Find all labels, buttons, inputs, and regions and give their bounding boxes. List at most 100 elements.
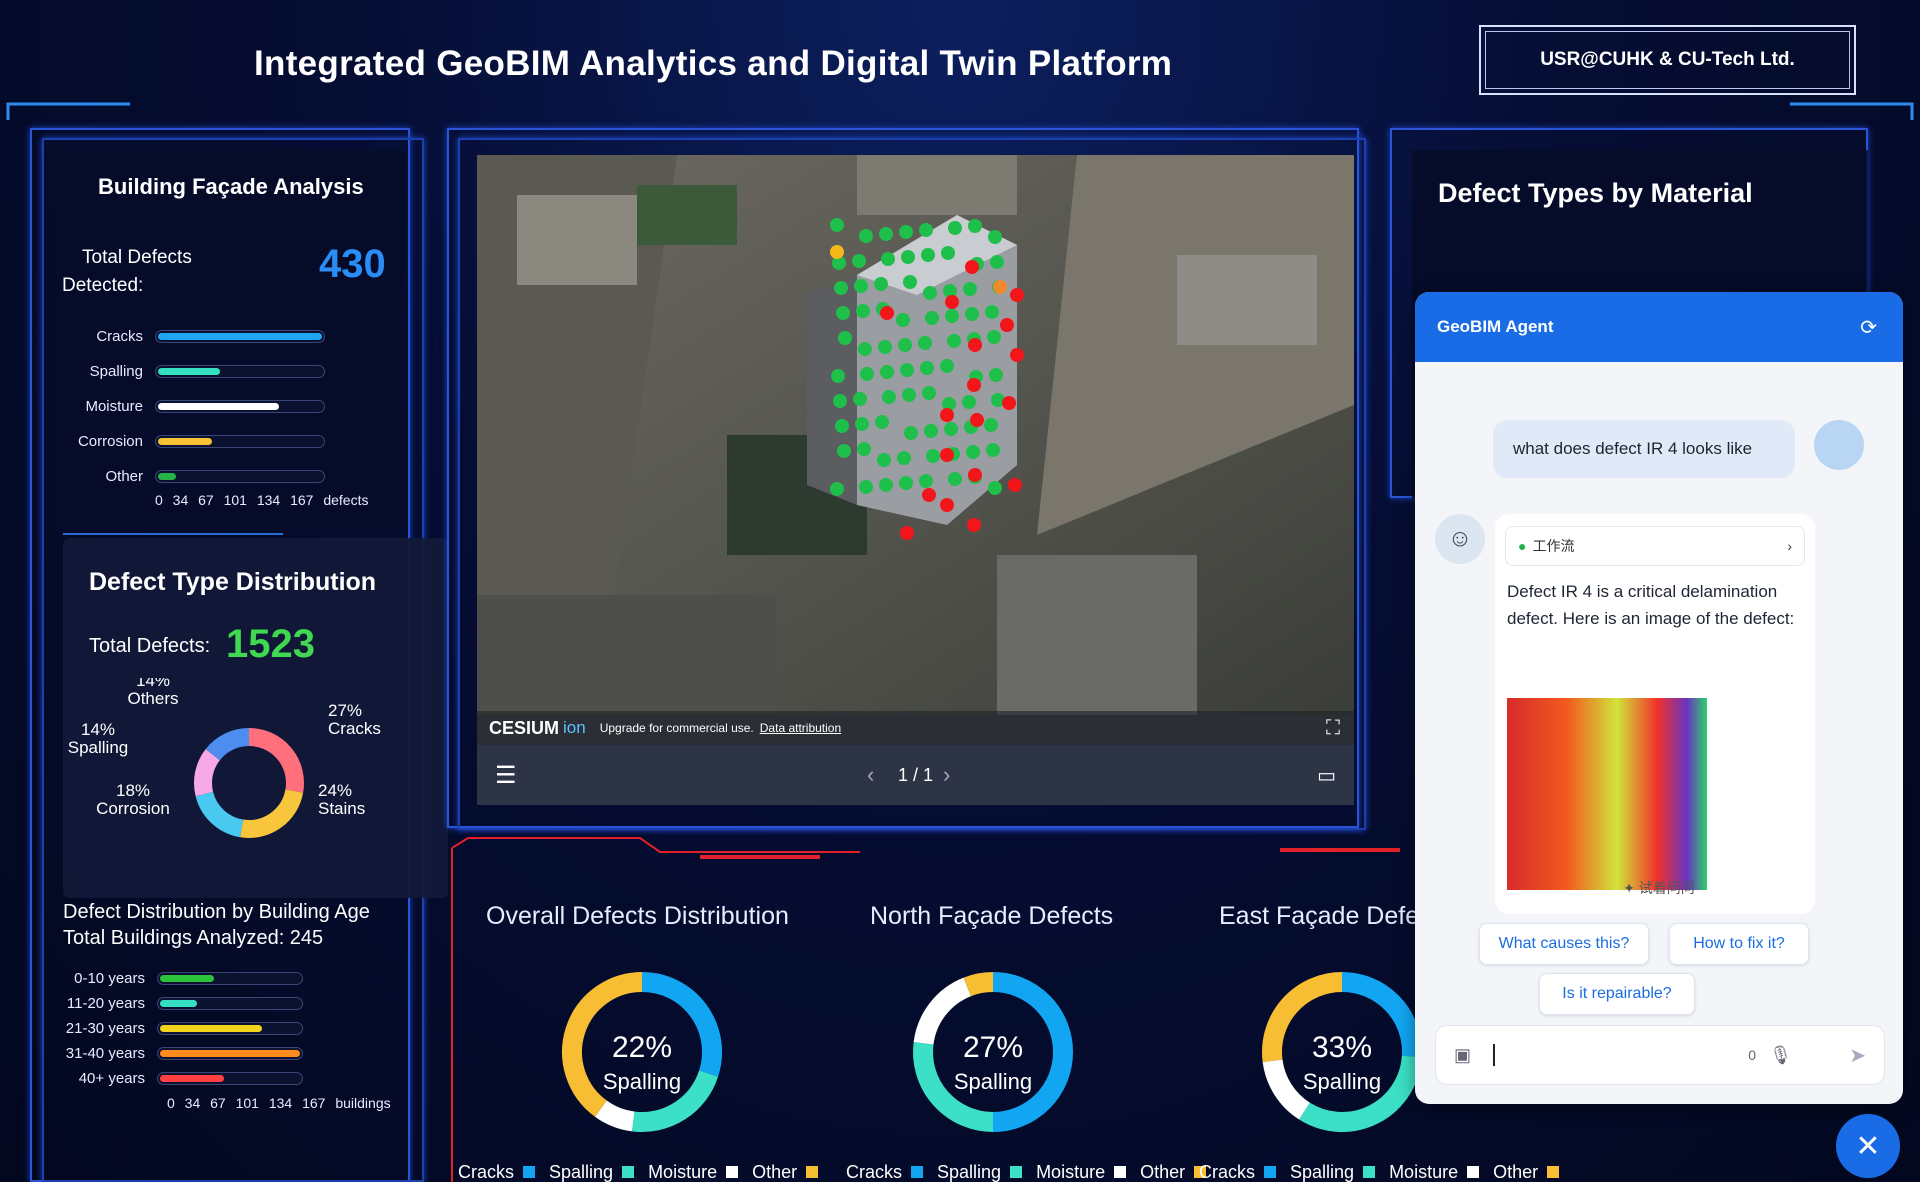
workflow-row[interactable]: ● 工作流 › <box>1505 526 1805 566</box>
legend-swatch <box>806 1166 819 1178</box>
legend-swatch <box>1010 1166 1023 1178</box>
facade-bar-track <box>155 364 325 378</box>
suggestion-fix[interactable]: How to fix it? <box>1669 923 1809 965</box>
point-cloud-green <box>896 313 910 327</box>
distribution-slice-pct: 24% <box>318 781 352 800</box>
age-bar-fill <box>160 974 214 982</box>
point-cloud-red <box>880 306 894 320</box>
bottom-donut-segment <box>594 1100 635 1132</box>
point-cloud-green <box>833 394 847 408</box>
bottom-legend: Cracks Spalling Moisture Other <box>458 1162 832 1182</box>
point-cloud-green <box>988 230 1002 244</box>
point-cloud-green <box>945 309 959 323</box>
age-bar-fill <box>160 999 198 1007</box>
try-ask-label: ✦ 试着问问 <box>1623 880 1695 896</box>
send-icon[interactable]: ➤ <box>1849 1043 1866 1068</box>
chevron-right-icon: › <box>1787 538 1792 554</box>
point-cloud-green <box>962 395 976 409</box>
age-bar-track <box>157 1046 303 1060</box>
fullscreen-icon[interactable]: ⛶ <box>1326 717 1340 740</box>
point-cloud-green <box>852 254 866 268</box>
aerial-scene <box>477 155 1354 715</box>
close-chat-button[interactable]: ✕ <box>1836 1114 1900 1178</box>
point-cloud-green <box>989 368 1003 382</box>
bottom-donut-label: Spalling <box>954 1069 1032 1094</box>
age-bar-label: 21-30 years <box>65 1019 145 1037</box>
point-cloud-green <box>987 330 1001 344</box>
point-cloud-red <box>900 526 914 540</box>
point-cloud-green <box>904 426 918 440</box>
suggestion-repairable[interactable]: Is it repairable? <box>1539 973 1695 1015</box>
screen-icon[interactable]: ▭ <box>1317 763 1336 788</box>
thermal-defect-image[interactable] <box>1507 698 1707 890</box>
legend-swatch <box>1264 1166 1277 1178</box>
point-cloud-green <box>984 418 998 432</box>
facade-total-label: Total Defects Detected: <box>62 247 192 296</box>
agent-header: GeoBIM Agent ⟳ <box>1415 292 1903 362</box>
viewer-toolbar: ☰ ‹ 1 / 1 › ▭ <box>477 745 1354 805</box>
point-cloud-green <box>922 386 936 400</box>
3d-viewer[interactable]: CESIUM ion Upgrade for commercial use. D… <box>477 155 1354 805</box>
suggestion-causes[interactable]: What causes this? <box>1479 923 1649 965</box>
point-cloud-green <box>856 304 870 318</box>
microphone-icon[interactable]: 🎙 <box>1769 1045 1792 1066</box>
cesium-logo: CESIUM <box>489 717 560 738</box>
distribution-slice <box>194 749 221 797</box>
data-attribution-link[interactable]: Data attribution <box>760 721 841 735</box>
distribution-title: Defect Type Distribution <box>89 568 377 596</box>
distribution-slice-pct: 14% <box>81 720 115 739</box>
facade-bar-fill <box>158 437 212 445</box>
point-cloud-green <box>830 218 844 232</box>
age-bar-row: 0-10 years <box>22 968 303 988</box>
chat-input-box[interactable]: ▣ 0 🎙 ➤ <box>1435 1025 1885 1085</box>
legend-item: Other <box>752 1162 803 1182</box>
bottom-chart-title: Overall Defects Distribution <box>486 902 789 930</box>
point-cloud-red <box>965 260 979 274</box>
point-cloud-red <box>1002 396 1016 410</box>
refresh-icon[interactable]: ⟳ <box>1860 315 1877 340</box>
next-page-icon[interactable]: › <box>943 762 950 788</box>
page-indicator: 1 / 1 <box>898 764 934 785</box>
divider <box>63 533 283 535</box>
legend-swatch <box>1547 1166 1560 1178</box>
point-cloud-green <box>879 227 893 241</box>
point-cloud-green <box>944 422 958 436</box>
point-cloud-red <box>970 413 984 427</box>
point-cloud-red <box>968 338 982 352</box>
point-cloud-green <box>920 361 934 375</box>
point-cloud-red <box>1010 288 1024 302</box>
legend-item: Spalling <box>549 1162 619 1182</box>
age-bar-fill <box>160 1049 300 1057</box>
point-cloud-green <box>925 311 939 325</box>
age-bar-row: 31-40 years <box>22 1043 303 1063</box>
point-cloud-red <box>940 498 954 512</box>
point-cloud-green <box>990 255 1004 269</box>
point-cloud-green <box>874 277 888 291</box>
facade-bar-row: Corrosion <box>25 431 325 451</box>
legend-item: Other <box>1493 1162 1544 1182</box>
prev-page-icon[interactable]: ‹ <box>867 762 874 788</box>
age-title: Defect Distribution by Building Age <box>63 901 370 923</box>
point-cloud-green <box>831 369 845 383</box>
bottom-donut-pct: 27% <box>963 1031 1023 1064</box>
point-cloud-green <box>860 367 874 381</box>
bot-reply-card: ● 工作流 › Defect IR 4 is a critical delami… <box>1495 514 1815 914</box>
point-cloud-red <box>968 468 982 482</box>
image-upload-icon[interactable]: ▣ <box>1454 1045 1471 1066</box>
point-cloud-green <box>834 281 848 295</box>
distribution-slice-label: Stains <box>318 799 365 818</box>
distribution-slice-pct: 27% <box>328 701 362 720</box>
facade-bar-label: Moisture <box>85 397 143 415</box>
bottom-donut: 33% Spalling <box>1262 972 1422 1132</box>
point-cloud-green <box>968 219 982 233</box>
facade-axis: 0 34 67 101 134 167 defects <box>155 492 369 508</box>
point-cloud-green <box>918 336 932 350</box>
point-cloud-green <box>878 340 892 354</box>
point-cloud-green <box>837 444 851 458</box>
distribution-total-value: 1523 <box>226 622 315 666</box>
point-cloud-green <box>897 451 911 465</box>
point-cloud-green <box>901 250 915 264</box>
list-menu-icon[interactable]: ☰ <box>495 761 517 790</box>
bottom-legend: Cracks Spalling Moisture Other <box>846 1162 1220 1182</box>
point-cloud-green <box>857 442 871 456</box>
